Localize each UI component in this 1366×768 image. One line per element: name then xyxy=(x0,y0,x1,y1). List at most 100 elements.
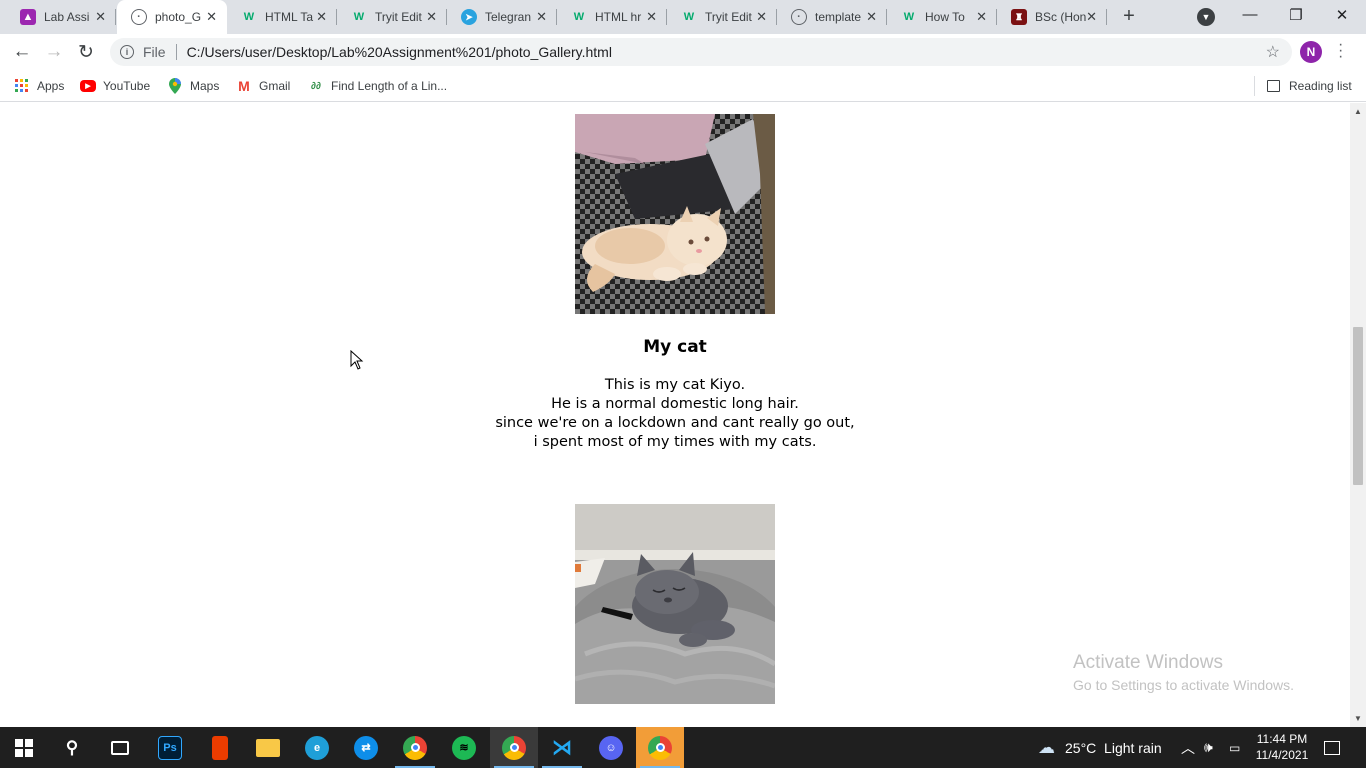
w3schools-icon: W xyxy=(683,11,695,23)
page-scrollbar[interactable]: ▲ ▼ xyxy=(1350,103,1366,727)
tab-tryit-editor-1[interactable]: W Tryit Edit ✕ xyxy=(337,0,447,34)
tab-how-to[interactable]: W How To ✕ xyxy=(887,0,997,34)
scroll-up-arrow-icon[interactable]: ▲ xyxy=(1354,107,1362,116)
chrome-profile-icon xyxy=(502,735,526,760)
url-scheme: File xyxy=(143,44,166,60)
more-menu-icon[interactable]: · · · xyxy=(1338,37,1346,65)
bookmark-label: Gmail xyxy=(259,79,291,93)
close-icon[interactable]: ✕ xyxy=(95,9,106,25)
show-hidden-icons[interactable]: ︿ xyxy=(1181,727,1195,768)
search-button[interactable]: ⚲ xyxy=(48,727,96,768)
tab-lab-assignment[interactable]: ▲ Lab Assi ✕ xyxy=(6,0,116,34)
taskbar-photoshop[interactable]: Ps xyxy=(146,727,194,768)
weather-widget[interactable]: ☁ 25°C Light rain xyxy=(1038,727,1162,768)
description-line: He is a normal domestic long hair. xyxy=(551,396,799,412)
profile-avatar[interactable]: N xyxy=(1300,41,1322,63)
address-bar[interactable]: i File C:/Users/user/Desktop/Lab%20Assig… xyxy=(110,38,1292,66)
taskbar-discord[interactable]: ☺ xyxy=(587,727,635,768)
cat-photo-2 xyxy=(575,504,775,704)
taskbar-chrome-2[interactable] xyxy=(490,727,538,768)
tab-html-href[interactable]: W HTML hr ✕ xyxy=(557,0,667,34)
notification-icon xyxy=(1324,740,1340,755)
network-button[interactable]: ▭ xyxy=(1229,727,1240,768)
close-icon[interactable]: ✕ xyxy=(756,9,767,25)
vscode-icon: ⋊ xyxy=(552,737,572,759)
close-icon[interactable]: ✕ xyxy=(426,9,437,25)
tab-title: Tryit Edit xyxy=(375,10,422,24)
system-clock[interactable]: 11:44 PM 11/4/2021 xyxy=(1254,731,1310,763)
youtube-icon: ▶ xyxy=(80,80,96,92)
start-button[interactable] xyxy=(0,727,48,768)
reading-list-button[interactable]: Reading list xyxy=(1254,76,1352,96)
notifications-button[interactable] xyxy=(1324,727,1340,768)
bookmark-label: Find Length of a Lin... xyxy=(331,79,448,93)
tab-title: HTML hr xyxy=(595,10,642,24)
bookmark-apps[interactable]: Apps xyxy=(14,76,64,96)
taskbar-file-explorer[interactable] xyxy=(244,727,292,768)
activate-windows-title: Activate Windows xyxy=(1073,652,1223,673)
tab-photo-gallery[interactable]: · photo_G ✕ xyxy=(117,0,227,34)
scroll-down-arrow-icon[interactable]: ▼ xyxy=(1354,714,1362,723)
tab-strip: ▲ Lab Assi ✕ · photo_G ✕ W HTML Ta ✕ W T… xyxy=(0,0,1366,34)
taskbar-office[interactable] xyxy=(196,727,244,768)
gmail-icon: M xyxy=(238,78,250,94)
bookmarks-bar: Apps ▶ YouTube Maps M Gmail ∂∂ Find Leng… xyxy=(0,70,1366,102)
url-divider xyxy=(175,44,177,60)
browser-toolbar: ← → ↻ i File C:/Users/user/Desktop/Lab%2… xyxy=(0,34,1366,70)
bookmark-gmail[interactable]: M Gmail xyxy=(236,76,290,96)
restore-icon[interactable]: ❐ xyxy=(1286,6,1306,24)
spotify-icon: ≋ xyxy=(452,735,476,760)
tab-bsc-hons[interactable]: ♜ BSc (Hon ✕ xyxy=(997,0,1107,34)
taskbar-chrome-1[interactable] xyxy=(391,727,439,768)
maps-pin-icon xyxy=(167,78,183,94)
back-arrow-icon[interactable]: ← xyxy=(10,40,34,64)
bookmark-label: Apps xyxy=(37,79,65,93)
taskbar-edge[interactable]: e xyxy=(293,727,341,768)
edge-icon: e xyxy=(305,735,329,760)
task-view-button[interactable] xyxy=(96,727,144,768)
new-tab-button[interactable]: + xyxy=(1118,5,1140,27)
globe-icon: · xyxy=(791,9,807,25)
mouse-pointer-icon xyxy=(350,349,364,375)
info-icon[interactable]: i xyxy=(120,45,134,59)
reload-icon[interactable]: ↻ xyxy=(74,40,98,64)
tab-title: HTML Ta xyxy=(265,10,314,24)
volume-button[interactable]: 🕪 xyxy=(1204,727,1213,768)
tab-search-icon[interactable]: ▼ xyxy=(1197,8,1215,26)
tab-html-tables[interactable]: W HTML Ta ✕ xyxy=(227,0,337,34)
cat-photo-1 xyxy=(575,114,775,314)
close-icon[interactable]: ✕ xyxy=(646,9,657,25)
cloud-rain-icon: ☁ xyxy=(1038,737,1055,757)
scrollbar-thumb[interactable] xyxy=(1353,327,1363,485)
taskbar-teamviewer[interactable]: ⇄ xyxy=(342,727,390,768)
window-close-icon[interactable]: ✕ xyxy=(1332,6,1352,24)
close-icon[interactable]: ✕ xyxy=(976,9,987,25)
bookmark-label: Maps xyxy=(190,79,220,93)
taskbar-spotify[interactable]: ≋ xyxy=(440,727,488,768)
tab-telegram[interactable]: ➤ Telegran ✕ xyxy=(447,0,557,34)
minimize-icon[interactable]: — xyxy=(1240,6,1260,23)
section-title: My cat xyxy=(643,337,707,357)
description-line: since we're on a lockdown and cant reall… xyxy=(495,415,855,431)
tab-tryit-editor-2[interactable]: W Tryit Edit ✕ xyxy=(667,0,777,34)
close-icon[interactable]: ✕ xyxy=(316,9,327,25)
bookmark-star-icon[interactable]: ☆ xyxy=(1266,42,1280,62)
classroom-icon: ▲ xyxy=(20,9,36,25)
forward-arrow-icon[interactable]: → xyxy=(42,40,66,64)
close-icon[interactable]: ✕ xyxy=(536,9,547,25)
windows-logo-icon xyxy=(15,738,33,757)
close-icon[interactable]: ✕ xyxy=(1086,9,1097,25)
url-text[interactable]: C:/Users/user/Desktop/Lab%20Assignment%2… xyxy=(187,44,612,60)
discord-icon: ☺ xyxy=(599,735,623,760)
tab-template[interactable]: · template ✕ xyxy=(777,0,887,34)
bookmark-find-length[interactable]: ∂∂ Find Length of a Lin... xyxy=(308,76,447,96)
bookmark-label: YouTube xyxy=(103,79,151,93)
bookmark-maps[interactable]: Maps xyxy=(167,76,219,96)
bookmark-youtube[interactable]: ▶ YouTube xyxy=(80,76,150,96)
weather-text: 25°C Light rain xyxy=(1065,739,1162,756)
geeks-icon: ∂∂ xyxy=(311,80,321,92)
close-icon[interactable]: ✕ xyxy=(866,9,877,25)
taskbar-chrome-canary[interactable] xyxy=(636,727,684,768)
close-icon[interactable]: ✕ xyxy=(206,9,217,25)
taskbar-vscode[interactable]: ⋊ xyxy=(538,727,586,768)
